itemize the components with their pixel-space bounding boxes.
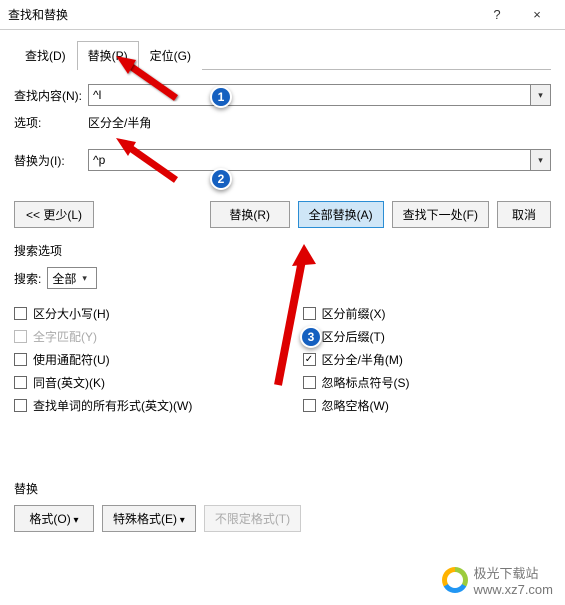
replace-section-title: 替换 (14, 480, 551, 497)
help-button[interactable]: ? (477, 7, 517, 22)
find-label: 查找内容(N): (14, 87, 88, 104)
cb-prefix[interactable]: 区分前缀(X) (303, 305, 552, 322)
window-title: 查找和替换 (8, 6, 477, 23)
options-label: 选项: (14, 114, 88, 131)
cb-suffix[interactable]: 区分后缀(T) (303, 328, 552, 345)
tabstrip: 查找(D) 替换(P) 定位(G) (14, 40, 551, 70)
cb-space[interactable]: 忽略空格(W) (303, 397, 552, 414)
replace-all-button[interactable]: 全部替换(A) (298, 201, 384, 228)
special-button[interactable]: 特殊格式(E) (102, 505, 196, 532)
cb-sounds-like[interactable]: 同音(英文)(K) (14, 374, 263, 391)
cb-all-forms[interactable]: 查找单词的所有形式(英文)(W) (14, 397, 263, 414)
less-button[interactable]: << 更少(L) (14, 201, 94, 228)
replace-label: 替换为(I): (14, 152, 88, 169)
tab-replace[interactable]: 替换(P) (77, 41, 139, 70)
search-options-title: 搜索选项 (14, 242, 551, 259)
replace-dropdown[interactable]: ▾ (531, 149, 551, 171)
annotation-badge-2: 2 (210, 168, 232, 190)
cancel-button[interactable]: 取消 (497, 201, 551, 228)
cb-wildcards[interactable]: 使用通配符(U) (14, 351, 263, 368)
cb-full-half[interactable]: ✓区分全/半角(M) (303, 351, 552, 368)
watermark-line1: 极光下载站 (474, 563, 553, 582)
search-direction-label: 搜索: (14, 270, 41, 287)
cb-whole-word: 全字匹配(Y) (14, 328, 263, 345)
no-format-button: 不限定格式(T) (204, 505, 301, 532)
watermark-logo-icon (442, 567, 468, 593)
find-dropdown[interactable]: ▾ (531, 84, 551, 106)
watermark: 极光下载站 www.xz7.com (442, 563, 553, 597)
search-direction-select[interactable]: 全部▾ (47, 267, 97, 289)
format-button[interactable]: 格式(O) (14, 505, 94, 532)
watermark-line2: www.xz7.com (474, 582, 553, 597)
tab-goto[interactable]: 定位(G) (139, 41, 202, 70)
find-input[interactable] (88, 84, 531, 106)
tab-find[interactable]: 查找(D) (14, 41, 77, 70)
cb-punct[interactable]: 忽略标点符号(S) (303, 374, 552, 391)
replace-button[interactable]: 替换(R) (210, 201, 290, 228)
replace-input[interactable] (88, 149, 531, 171)
find-next-button[interactable]: 查找下一处(F) (392, 201, 489, 228)
options-value: 区分全/半角 (88, 114, 151, 131)
cb-match-case[interactable]: 区分大小写(H) (14, 305, 263, 322)
close-button[interactable]: × (517, 7, 557, 22)
titlebar: 查找和替换 ? × (0, 0, 565, 30)
